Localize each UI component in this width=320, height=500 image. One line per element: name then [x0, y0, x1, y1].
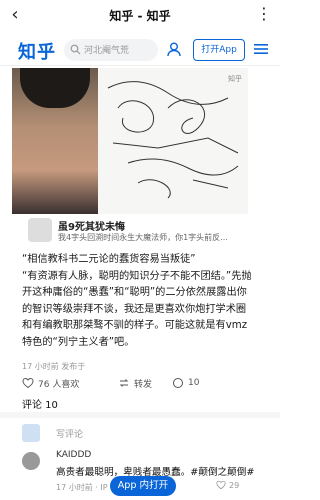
post-time: 17 小时前 发布于: [22, 362, 86, 371]
comment-like-count: 29: [229, 480, 240, 490]
search-input[interactable]: 河北阉气荒: [64, 39, 158, 61]
site-header: 知乎 河北阉气荒 打开App: [0, 32, 280, 66]
video-player[interactable]: 知乎: [12, 68, 248, 214]
search-placeholder: 河北阉气荒: [84, 46, 130, 56]
comment-button-count: 10: [188, 378, 200, 388]
like-button[interactable]: 76 人喜欢: [22, 374, 79, 392]
zhihu-logo[interactable]: 知乎: [18, 38, 56, 64]
whiteboard-image: 知乎: [98, 68, 248, 214]
poster-avatar[interactable]: [28, 218, 52, 242]
write-comment-field[interactable]: 写评论: [22, 424, 252, 442]
whiteboard-scribbles: [107, 81, 239, 199]
comment-like-button[interactable]: 29: [216, 480, 239, 490]
like-count: 76 人喜欢: [38, 379, 80, 390]
post-paragraph: “相信教科书二元论的蠢货容易当叛徒”: [22, 254, 196, 265]
comment-meta: 17 小时前 · IP: [56, 483, 108, 492]
commenter-avatar[interactable]: [22, 452, 40, 470]
open-in-app-button[interactable]: App 内打开: [110, 476, 176, 496]
repost-label: 转发: [134, 379, 153, 390]
comment-count-heading: 评论 10: [22, 400, 58, 411]
video-watermark: 知乎: [228, 75, 242, 83]
heart-icon: [216, 480, 226, 490]
video-poster-info: 虽9死其犹未悔 我4字头回溯时间永生大魔法师，你1字头前反...: [12, 214, 248, 246]
more-icon[interactable]: ⋮: [256, 4, 272, 23]
speaker-image: [12, 68, 98, 214]
repost-icon: [119, 379, 129, 387]
back-icon[interactable]: ‹: [4, 4, 26, 26]
comment-icon: [173, 378, 183, 388]
commenter-name[interactable]: KAIDDD: [56, 450, 91, 460]
page-title: 知乎 - 知乎: [109, 9, 171, 23]
poster-name[interactable]: 虽9死其犹未悔: [58, 218, 125, 233]
heart-icon: [22, 377, 34, 389]
comment-button[interactable]: 10: [172, 374, 199, 392]
menu-icon[interactable]: [254, 43, 268, 55]
post-paragraph: “有资源有人脉，聪明的知识分子不能不团结。”先抛开这种庸俗的“愚蠢”和“聪明”的…: [22, 270, 252, 348]
repost-button[interactable]: 转发: [118, 374, 152, 392]
section-divider: [0, 412, 280, 418]
open-app-button[interactable]: 打开App: [193, 39, 245, 61]
post-content: “相信教科书二元论的蠢货容易当叛徒” “有资源有人脉，聪明的知识分子不能不团结。…: [22, 252, 256, 351]
search-icon: [70, 44, 81, 55]
action-bar: 76 人喜欢 转发 10: [22, 374, 252, 392]
top-bar: ‹ 知乎 - 知乎 ⋮: [0, 0, 280, 32]
poster-bio: 我4字头回溯时间永生大魔法师，你1字头前反...: [58, 233, 228, 242]
user-icon[interactable]: [166, 41, 182, 57]
write-comment-placeholder: 写评论: [56, 430, 84, 440]
current-user-avatar: [22, 424, 40, 442]
